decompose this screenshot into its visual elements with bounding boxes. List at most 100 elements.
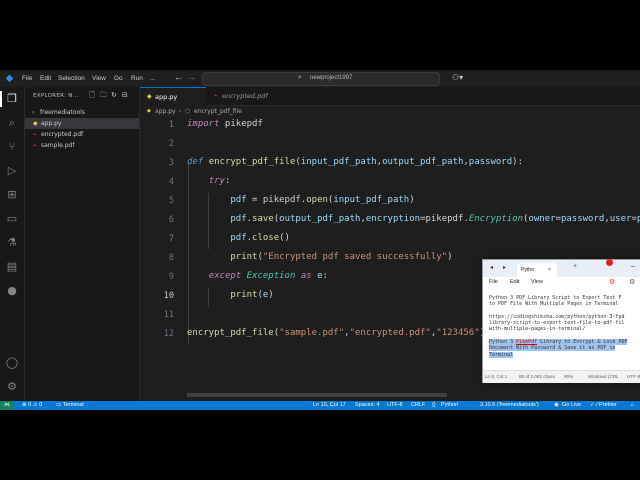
refresh-icon[interactable]: ↻ — [111, 91, 117, 99]
chevron-left-icon[interactable]: ◂ — [490, 264, 493, 271]
horizontal-scrollbar[interactable] — [187, 393, 447, 397]
code-line-6: pdf.save(output_pdf_path,encryption=pike… — [230, 214, 640, 224]
notepad-menu-view[interactable]: View — [531, 279, 543, 285]
code-line-1: import pikepdf — [187, 119, 263, 129]
run-debug-icon[interactable]: ▷ — [4, 163, 20, 179]
source-control-icon[interactable]: ⑂ — [4, 139, 20, 155]
terminal-icon[interactable]: ▭ — [56, 401, 61, 410]
files-icon[interactable]: ❐ — [4, 91, 20, 107]
indentation[interactable]: Spaces: 4 — [355, 401, 379, 410]
remote-explorer-icon[interactable]: ▭ — [4, 211, 20, 227]
chevron-right-icon[interactable]: ▸ — [503, 264, 506, 271]
python-file-icon: ◆ — [33, 120, 38, 127]
language-mode[interactable]: Python — [441, 401, 458, 410]
plus-icon[interactable]: + — [573, 263, 577, 270]
file-label: sample.pdf — [41, 142, 75, 149]
record-indicator-icon — [606, 259, 613, 266]
account-icon[interactable]: ◯ — [4, 355, 20, 371]
notepad-eol: Windows (CRL — [588, 374, 619, 379]
menu-file[interactable]: File — [22, 74, 32, 83]
menu-view[interactable]: View — [92, 74, 106, 83]
folder-freemediatools[interactable]: › freemediatools — [25, 107, 139, 118]
extensions-icon[interactable]: ⊞ — [4, 187, 20, 203]
notepad-title-bar: ◂ ▸ Pytho × + – — [483, 260, 640, 277]
minimize-icon[interactable]: – — [631, 263, 635, 270]
line-number: 9 — [168, 272, 174, 282]
encoding[interactable]: UTF-8 — [387, 401, 403, 410]
end-of-line[interactable]: CRLF — [411, 401, 425, 410]
file-app-py[interactable]: ◆ app.py — [25, 118, 139, 129]
notepad-menu: File Edit View ⚙ ⚙ — [483, 277, 640, 289]
line-number: 6 — [168, 215, 174, 225]
top-letterbox — [0, 0, 640, 70]
line-number: 2 — [168, 139, 174, 149]
pdf-file-icon: ⌁ — [33, 131, 37, 138]
menu-run[interactable]: Run — [131, 74, 143, 83]
notepad-status-bar: Ln 8, Col 1 89 of 2,062 chara 90% Window… — [483, 370, 640, 383]
status-bar: ⋈ ⊗ 0 ⚠ 0 ▭ Terminal Ln 10, Col 17 Space… — [0, 401, 640, 410]
live-share-icon[interactable]: ● — [4, 283, 20, 299]
breadcrumb-file[interactable]: app.py — [155, 106, 176, 117]
gear-icon[interactable]: ⚙ — [4, 379, 20, 395]
function-symbol-icon: ⬡ — [185, 108, 191, 115]
search-icon[interactable]: ⌕ — [4, 115, 20, 131]
testing-icon[interactable]: ⚗ — [4, 235, 20, 251]
close-icon[interactable]: × — [548, 263, 551, 277]
line-number: 1 — [168, 120, 174, 130]
file-label: encrypted.pdf — [41, 131, 84, 138]
tab-app-py[interactable]: ◆ app.py — [140, 87, 206, 106]
command-center-search[interactable]: ⌕ newproject1997 — [202, 72, 440, 86]
notepad-text[interactable]: Python 3 PDF Library Script to Export Te… — [489, 295, 639, 358]
note-text: Library to Encrypt & Lock PDF — [537, 339, 628, 346]
note-text: Document With Password & Save it as PDF … — [489, 345, 616, 352]
arrow-left-icon[interactable]: ← — [174, 72, 183, 82]
notepad-menu-edit[interactable]: Edit — [510, 279, 519, 285]
note-paragraph-2: https://codingshiksha.com/python/python-… — [489, 313, 625, 333]
file-label: app.py — [41, 120, 62, 127]
tab-label: encrypted.pdf — [222, 92, 268, 100]
code-line-8: print("Encrypted pdf saved successfully"… — [230, 252, 453, 262]
chevron-right-icon: › — [179, 108, 182, 115]
menu-more[interactable]: ... — [150, 74, 155, 83]
collapse-all-icon[interactable]: ⊟ — [122, 91, 128, 99]
copilot-icon[interactable]: ⚇▾ — [452, 73, 463, 82]
line-number: 8 — [168, 253, 174, 263]
python-file-icon: ◆ — [147, 108, 151, 114]
new-folder-icon[interactable]: 🗀 — [100, 91, 107, 102]
line-number: 4 — [168, 177, 174, 187]
file-encrypted-pdf[interactable]: ⌁ encrypted.pdf — [25, 129, 139, 140]
prettier-button[interactable]: Prettier — [599, 401, 617, 410]
note-text: Python 3 — [489, 339, 517, 346]
notepad-tab-label: Pytho — [521, 267, 534, 273]
python-file-icon: ◆ — [147, 93, 152, 100]
panel-icon[interactable]: ▤ — [4, 259, 20, 275]
line-number: 5 — [168, 196, 174, 206]
cursor-position[interactable]: Ln 10, Col 17 — [313, 401, 346, 410]
problems-indicator[interactable]: ⊗ 0 ⚠ 0 — [22, 401, 42, 410]
title-bar: ◆ File Edit Selection View Go Run ... ← … — [0, 70, 640, 87]
go-live-button[interactable]: Go Live — [562, 401, 581, 410]
braces-icon: {} — [432, 402, 436, 408]
python-interpreter[interactable]: 3.10.5 ('freemediatools') — [480, 401, 539, 410]
new-file-icon[interactable]: 🗋 — [89, 91, 95, 102]
arrow-right-icon[interactable]: → — [187, 72, 196, 82]
tab-encrypted-pdf[interactable]: ⌁ encrypted.pdf — [207, 87, 277, 105]
line-number: 3 — [168, 158, 174, 168]
breadcrumb-symbol[interactable]: encrypt_pdf_file — [194, 106, 242, 117]
broadcast-icon: ◉ — [554, 402, 559, 408]
bell-icon[interactable]: ♫ — [630, 401, 634, 410]
notepad-tab[interactable]: Pytho × — [517, 263, 557, 277]
remote-indicator-icon[interactable]: ⋈ — [0, 401, 14, 410]
copilot-icon[interactable]: ⚙ — [609, 278, 615, 286]
terminal-label[interactable]: Terminal — [63, 401, 84, 410]
file-sample-pdf[interactable]: ⌁ sample.pdf — [25, 140, 139, 151]
search-icon: ⌕ — [298, 74, 302, 81]
code-line-3: def encrypt_pdf_file(input_pdf_path,outp… — [187, 157, 523, 167]
notepad-menu-file[interactable]: File — [489, 279, 498, 285]
menu-selection[interactable]: Selection — [58, 74, 85, 83]
menu-go[interactable]: Go — [114, 74, 123, 83]
bottom-letterbox — [0, 410, 640, 480]
settings-icon[interactable]: ⚙ — [629, 278, 635, 286]
notepad-cursor-pos: Ln 8, Col 1 — [485, 374, 508, 379]
menu-edit[interactable]: Edit — [40, 74, 51, 83]
